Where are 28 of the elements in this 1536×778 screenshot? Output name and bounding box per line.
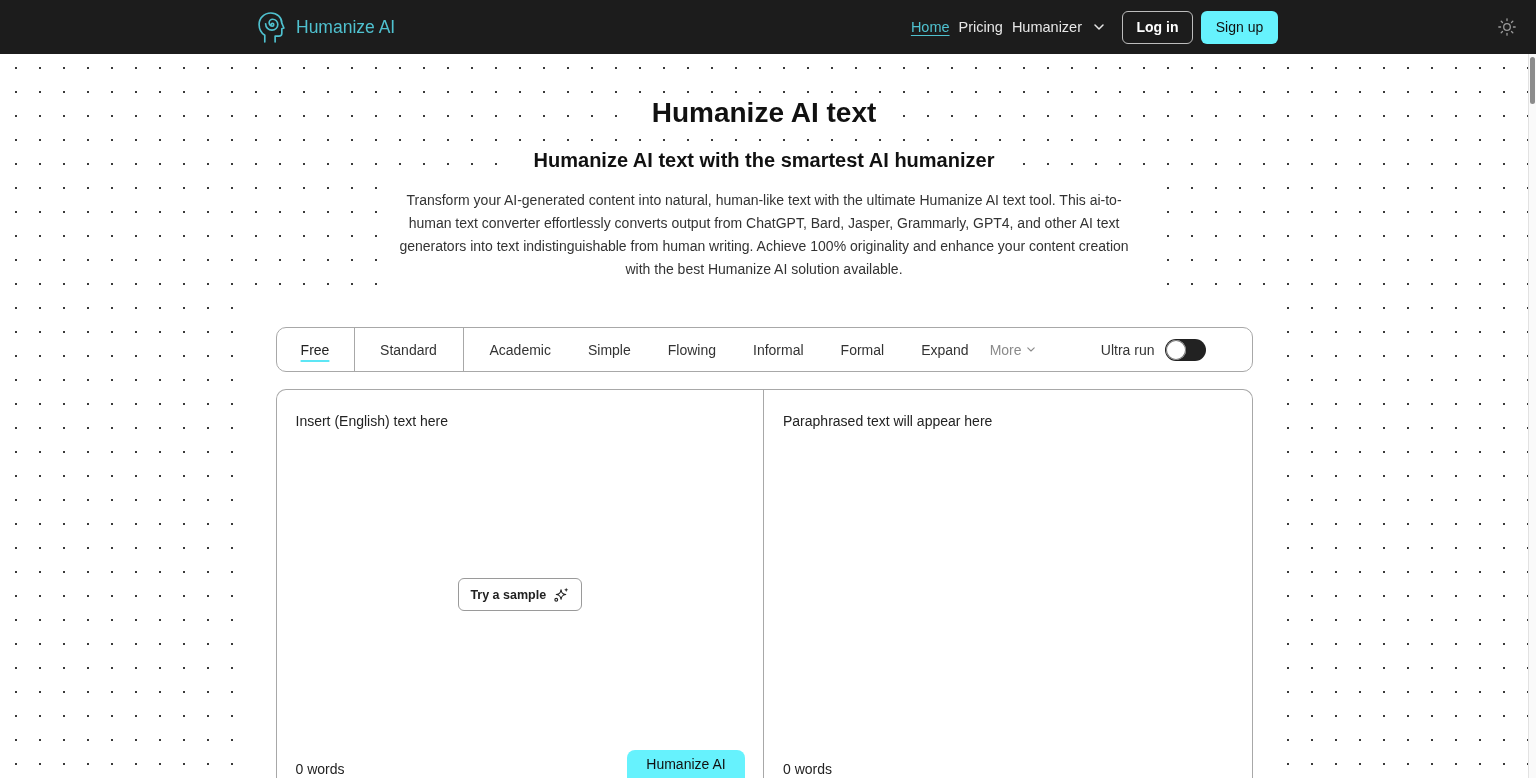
signup-button[interactable]: Sign up (1201, 10, 1278, 44)
caret-down-icon (1094, 24, 1104, 30)
word-count: 0 words (295, 761, 345, 777)
mode-tab[interactable]: Informal (753, 341, 804, 358)
sparkle-icon (554, 587, 570, 602)
mode-tab[interactable]: Academic (489, 341, 551, 358)
ultra-run-label: Ultra run (1100, 341, 1155, 358)
login-button[interactable]: Log in (1122, 10, 1193, 44)
tier-tab[interactable]: Free (276, 328, 355, 371)
head-spiral-logo-icon (258, 11, 285, 43)
more-modes-dropdown[interactable]: More (989, 341, 1035, 358)
brand-logo-link[interactable]: Humanize AI (258, 11, 396, 43)
mode-tab[interactable]: Expand (921, 341, 969, 358)
nav-link[interactable]: Pricing (958, 19, 1003, 35)
output-text-field[interactable]: Paraphrased text will appear here (764, 389, 1253, 750)
chevron-down-icon (1026, 347, 1035, 352)
mode-tab[interactable]: Simple (587, 341, 631, 358)
try-sample-button[interactable]: Try a sample (457, 578, 582, 611)
mode-tab[interactable]: Flowing (667, 341, 716, 358)
scrollbar-thumb[interactable] (1530, 57, 1535, 104)
nav-link[interactable]: Home (910, 19, 950, 35)
sun-theme-icon[interactable] (1498, 18, 1516, 36)
nav-dropdown[interactable]: Humanizer (1011, 19, 1122, 35)
mode-tab[interactable]: Formal (840, 341, 885, 358)
ultra-run-toggle[interactable] (1164, 338, 1206, 361)
humanize-button[interactable]: Humanize AI (627, 750, 745, 778)
word-count: 0 words (783, 761, 833, 777)
tier-tab[interactable]: Standard (354, 328, 464, 371)
